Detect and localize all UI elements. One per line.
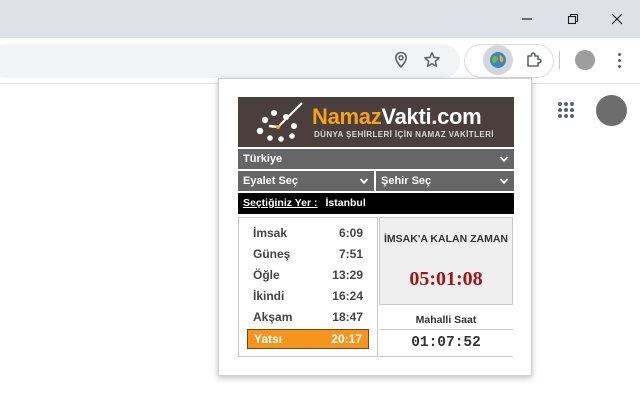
- chevron-down-icon: [499, 156, 509, 163]
- close-button[interactable]: [594, 0, 640, 38]
- selected-location: Seçtiğiniz Yer : İstanbul: [238, 193, 514, 214]
- state-select-value: Eyalet Seç: [243, 175, 299, 187]
- globe-extension-icon: [490, 52, 506, 68]
- prayer-row: İkindi 16:24: [253, 289, 363, 303]
- toolbar-separator: [559, 51, 560, 69]
- extension-popup: NamazVakti.com DÜNYA ŞEHİRLERİ İÇİN NAMA…: [218, 78, 532, 376]
- window-titlebar: [0, 0, 640, 38]
- globe-extension-button[interactable]: [483, 45, 513, 75]
- prayer-times-table: İmsak 6:09 Güneş 7:51 Öğle 13:29 İkindi 16:2…: [238, 217, 378, 357]
- brand-subtitle: DÜNYA ŞEHİRLERİ İÇİN NAMAZ VAKİTLERİ: [314, 130, 494, 139]
- prayer-row-active: Yatsı 20:17: [247, 329, 369, 349]
- local-time-label: Mahalli Saat: [415, 314, 477, 326]
- account-avatar[interactable]: [596, 95, 627, 126]
- remaining-time-value: 05:01:08: [409, 268, 483, 290]
- remaining-time-box: İMSAK'A KALAN ZAMAN 05:01:08: [379, 217, 513, 305]
- city-select-value: Şehir Seç: [381, 175, 432, 187]
- restore-icon: [567, 13, 579, 25]
- remaining-time-label: İMSAK'A KALAN ZAMAN: [383, 233, 508, 245]
- namazvakti-banner[interactable]: NamazVakti.com DÜNYA ŞEHİRLERİ İÇİN NAMA…: [238, 97, 514, 147]
- puzzle-icon[interactable]: [522, 48, 546, 72]
- state-select[interactable]: Eyalet Seç: [238, 171, 374, 191]
- divider: [379, 356, 513, 357]
- prayer-row: Güneş 7:51: [253, 247, 363, 261]
- prayer-row: Öğle 13:29: [253, 268, 363, 282]
- profile-icon[interactable]: [575, 50, 595, 70]
- more-menu-icon[interactable]: [609, 48, 629, 72]
- prayer-row: İmsak 6:09: [253, 226, 363, 240]
- close-icon: [611, 13, 623, 25]
- country-select-value: Türkiye: [243, 153, 283, 165]
- selected-location-value: İstanbul: [325, 197, 366, 209]
- divider: [379, 329, 513, 330]
- apps-grid-icon[interactable]: [558, 102, 574, 118]
- minimize-button[interactable]: [504, 0, 550, 38]
- brand-name: NamazVakti.com: [312, 104, 482, 129]
- country-select[interactable]: Türkiye: [238, 149, 514, 169]
- city-select[interactable]: Şehir Seç: [376, 171, 514, 191]
- selected-location-label: Seçtiğiniz Yer :: [243, 197, 318, 209]
- clock-logo-icon: [256, 102, 303, 142]
- star-icon[interactable]: [422, 50, 442, 70]
- local-time-value: 01:07:52: [411, 335, 481, 351]
- chevron-down-icon: [359, 178, 369, 185]
- minimize-icon: [522, 18, 532, 20]
- restore-button[interactable]: [550, 0, 596, 38]
- prayer-row: Akşam 18:47: [253, 310, 363, 324]
- chevron-down-icon: [499, 178, 509, 185]
- location-pin-icon[interactable]: [391, 50, 411, 70]
